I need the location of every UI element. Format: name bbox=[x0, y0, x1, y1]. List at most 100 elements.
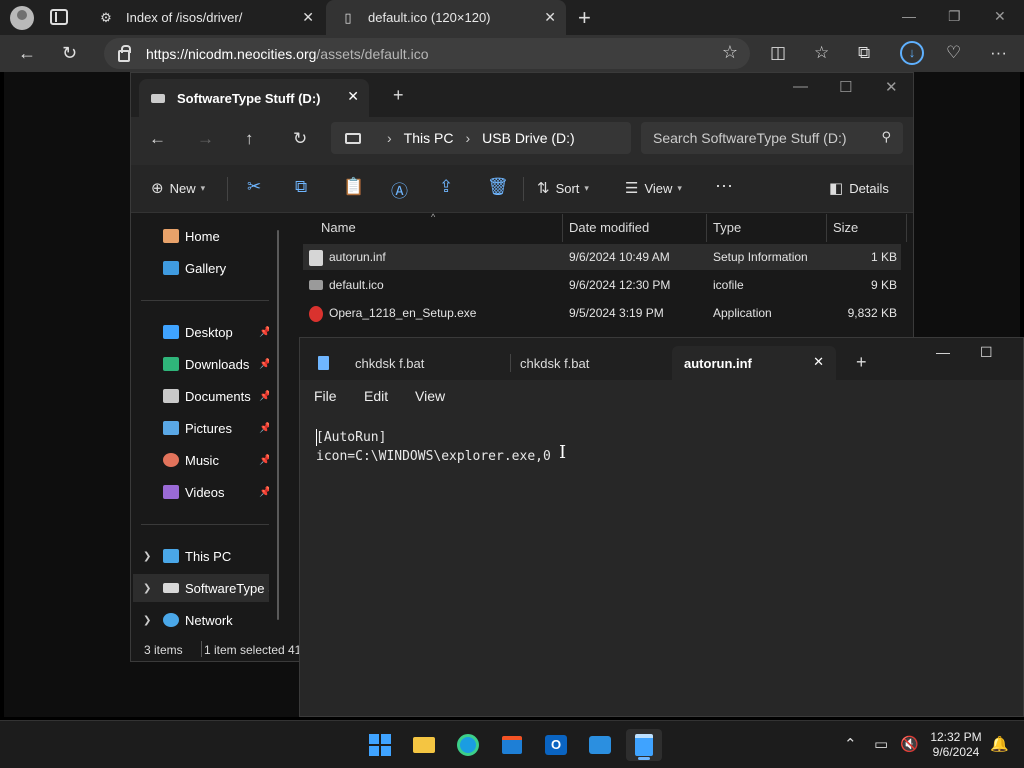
sidebar-item-documents[interactable]: Documents 📌 bbox=[133, 382, 269, 410]
chevron-down-icon: ▾ bbox=[200, 182, 206, 193]
breadcrumb-this-pc[interactable]: This PC bbox=[404, 130, 454, 146]
sidebar-item-drive[interactable]: ❯ SoftwareType Stuff (D:) bbox=[133, 574, 269, 602]
breadcrumb-drive[interactable]: USB Drive (D:) bbox=[482, 130, 575, 146]
minimize-icon[interactable]: — bbox=[936, 344, 950, 360]
sidebar-item-this-pc[interactable]: ❯ This PC bbox=[133, 542, 269, 570]
browser-tab-index[interactable]: ⚙ Index of /isos/driver/ ✕ bbox=[84, 0, 324, 35]
chevron-right-icon[interactable]: ❯ bbox=[143, 583, 151, 594]
chevron-up-icon[interactable]: ⌃ bbox=[844, 735, 857, 753]
browser-essentials-icon[interactable]: ♡ bbox=[946, 43, 961, 63]
notepad-tab-chkdsk-2[interactable]: chkdsk f.bat bbox=[520, 346, 670, 380]
maximize-icon[interactable]: ☐ bbox=[980, 344, 993, 361]
folder-icon bbox=[413, 737, 435, 753]
sidebar-item-label: This PC bbox=[185, 548, 232, 564]
sidebar-item-desktop[interactable]: Desktop 📌 bbox=[133, 318, 269, 346]
notification-bell-icon[interactable]: 🔔 bbox=[990, 735, 1009, 753]
notepad-tab-title: chkdsk f.bat bbox=[520, 355, 590, 371]
table-row[interactable]: default.ico 9/6/2024 12:30 PM icofile 9 … bbox=[303, 272, 901, 298]
volume-muted-icon[interactable]: 🔇 bbox=[900, 735, 919, 753]
store-icon bbox=[502, 736, 522, 754]
close-tab-icon[interactable]: ✕ bbox=[347, 88, 359, 105]
computer-icon bbox=[345, 132, 361, 144]
view-button[interactable]: ☰ View ▾ bbox=[625, 179, 682, 197]
split-screen-icon[interactable]: ◫ bbox=[770, 43, 786, 63]
search-input[interactable]: Search SoftwareType Stuff (D:) ⚲ bbox=[641, 122, 903, 154]
sidebar-item-videos[interactable]: Videos 📌 bbox=[133, 478, 269, 506]
close-window-icon[interactable]: ✕ bbox=[885, 78, 898, 96]
new-tab-plus-icon[interactable]: + bbox=[578, 5, 591, 31]
new-button[interactable]: ⊕ New ▾ bbox=[151, 179, 205, 197]
taskbar-store[interactable] bbox=[494, 729, 530, 761]
rename-icon[interactable]: Ⓐ bbox=[391, 177, 408, 202]
tab-actions-icon[interactable] bbox=[50, 9, 68, 25]
text-caret bbox=[316, 429, 317, 446]
sidebar-item-pictures[interactable]: Pictures 📌 bbox=[133, 414, 269, 442]
profile-avatar[interactable] bbox=[10, 6, 34, 30]
notepad-text-area[interactable]: [AutoRun] icon=C:\WINDOWS\explorer.exe,0 bbox=[316, 428, 551, 466]
back-arrow-icon[interactable]: ← bbox=[18, 43, 36, 64]
delete-icon[interactable]: 🗑 bbox=[487, 177, 509, 197]
share-icon[interactable]: ⇪ bbox=[439, 177, 453, 197]
details-button[interactable]: ◧ Details bbox=[829, 179, 889, 197]
sidebar-scrollbar[interactable] bbox=[277, 230, 279, 620]
refresh-icon[interactable]: ↻ bbox=[293, 129, 307, 149]
more-options-icon[interactable]: ··· bbox=[715, 175, 733, 196]
sidebar-item-network[interactable]: ❯ Network bbox=[133, 606, 269, 634]
paste-icon[interactable]: 📋 bbox=[343, 177, 364, 197]
table-row[interactable]: autorun.inf 9/6/2024 10:49 AM Setup Info… bbox=[303, 244, 901, 270]
column-header-name[interactable]: Name bbox=[315, 214, 563, 242]
network-tray-icon[interactable]: ▭ bbox=[874, 735, 888, 753]
new-tab-plus-icon[interactable]: + bbox=[856, 352, 867, 373]
copy-icon[interactable]: ⧉ bbox=[295, 177, 307, 197]
cut-icon[interactable]: ✂ bbox=[247, 177, 261, 197]
maximize-icon[interactable]: ☐ bbox=[839, 78, 852, 96]
forward-arrow-icon[interactable]: → bbox=[197, 129, 214, 149]
collections-icon[interactable]: ⧉ bbox=[858, 43, 870, 63]
menu-file[interactable]: File bbox=[314, 388, 337, 404]
up-arrow-icon[interactable]: ↑ bbox=[245, 129, 254, 149]
breadcrumb[interactable]: › This PC › USB Drive (D:) bbox=[331, 122, 631, 154]
chevron-right-icon[interactable]: ❯ bbox=[143, 615, 151, 626]
sidebar-item-gallery[interactable]: Gallery bbox=[133, 254, 269, 282]
taskbar-file-explorer[interactable] bbox=[406, 729, 442, 761]
notepad-tab-chkdsk-1[interactable]: chkdsk f.bat bbox=[318, 346, 508, 380]
favorites-icon[interactable]: ☆ bbox=[814, 43, 829, 63]
new-tab-plus-icon[interactable]: + bbox=[393, 85, 404, 106]
close-window-icon[interactable]: ✕ bbox=[994, 8, 1006, 25]
chevron-right-icon[interactable]: ❯ bbox=[143, 551, 151, 562]
minimize-icon[interactable]: — bbox=[902, 8, 916, 24]
download-icon[interactable]: ↓ bbox=[900, 41, 924, 65]
start-button[interactable] bbox=[362, 729, 398, 761]
refresh-icon[interactable]: ↻ bbox=[62, 43, 77, 64]
menu-edit[interactable]: Edit bbox=[364, 388, 388, 404]
explorer-tab[interactable]: SoftwareType Stuff (D:) ✕ bbox=[139, 79, 369, 117]
new-label: New bbox=[169, 180, 196, 196]
sort-button[interactable]: ⇅ Sort ▾ bbox=[537, 179, 589, 197]
back-arrow-icon[interactable]: ← bbox=[149, 129, 166, 149]
close-tab-icon[interactable]: ✕ bbox=[813, 354, 824, 370]
restore-icon[interactable]: ❐ bbox=[948, 8, 961, 25]
column-header-type[interactable]: Type bbox=[707, 214, 827, 242]
taskbar-notepad[interactable] bbox=[626, 729, 662, 761]
address-bar[interactable]: https://nicodm.neocities.org/assets/defa… bbox=[104, 38, 750, 69]
minimize-icon[interactable]: — bbox=[793, 78, 808, 95]
sidebar-item-music[interactable]: Music 📌 bbox=[133, 446, 269, 474]
close-tab-icon[interactable]: ✕ bbox=[544, 9, 556, 26]
taskbar-photos[interactable] bbox=[582, 729, 618, 761]
taskbar-edge[interactable] bbox=[450, 729, 486, 761]
menu-view[interactable]: View bbox=[415, 388, 445, 404]
more-menu-icon[interactable]: ··· bbox=[990, 43, 1007, 63]
sidebar-item-home[interactable]: Home bbox=[133, 222, 269, 250]
table-row[interactable]: Opera_1218_en_Setup.exe 9/5/2024 3:19 PM… bbox=[303, 300, 901, 326]
chevron-right-icon: › bbox=[387, 130, 392, 146]
pin-icon: 📌 bbox=[259, 326, 269, 338]
notepad-tab-autorun[interactable]: autorun.inf ✕ bbox=[672, 346, 836, 380]
sidebar-item-downloads[interactable]: Downloads 📌 bbox=[133, 350, 269, 378]
column-header-size[interactable]: Size bbox=[827, 214, 907, 242]
close-tab-icon[interactable]: ✕ bbox=[302, 9, 314, 26]
clock[interactable]: 12:32 PM 9/6/2024 bbox=[926, 730, 986, 760]
taskbar-outlook[interactable]: O bbox=[538, 729, 574, 761]
favorite-star-icon[interactable]: ☆ bbox=[722, 42, 738, 63]
browser-tab-default-ico[interactable]: ▯ default.ico (120×120) ✕ bbox=[326, 0, 566, 35]
column-header-date[interactable]: Date modified bbox=[563, 214, 707, 242]
